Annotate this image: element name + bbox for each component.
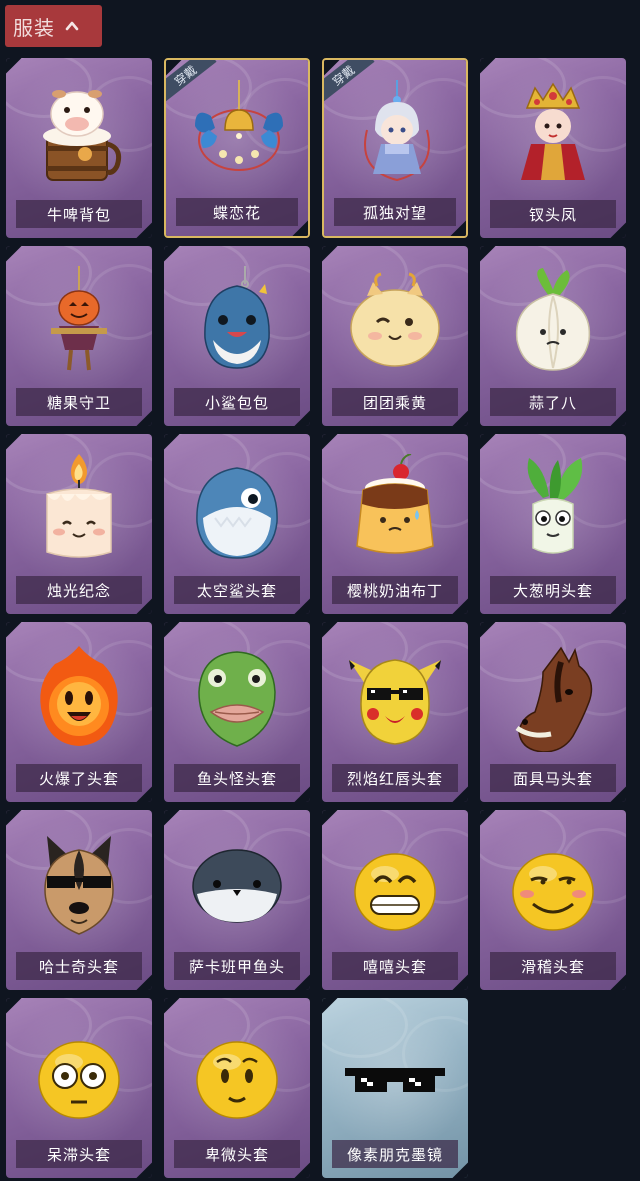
cherry-pudding-icon — [345, 453, 445, 564]
item-name: 滑稽头套 — [490, 952, 616, 980]
scallion-head-icon — [503, 454, 603, 564]
item-card[interactable]: 团团乘黄 — [322, 246, 468, 426]
item-name: 小鲨包包 — [174, 388, 300, 416]
item-card[interactable]: 樱桃奶油布丁 — [322, 434, 468, 614]
item-card[interactable]: 小鲨包包 — [164, 246, 310, 426]
item-card[interactable]: 孤独对望 穿戴 — [322, 58, 468, 238]
butterfly-bell-ornament-icon — [189, 80, 289, 190]
item-name: 孤独对望 — [334, 198, 456, 226]
item-card[interactable]: 牛啤背包 — [6, 58, 152, 238]
item-name: 樱桃奶油布丁 — [332, 576, 458, 604]
fish-head-icon — [187, 642, 287, 752]
item-name: 萨卡班甲鱼头 — [174, 952, 300, 980]
item-card[interactable]: 卑微头套 — [164, 998, 310, 1178]
garlic-icon — [503, 266, 603, 376]
item-name: 蒜了八 — [490, 388, 616, 416]
item-card[interactable]: 像素朋克墨镜 — [322, 998, 468, 1178]
pumpkin-scarecrow-icon — [29, 266, 129, 376]
item-name: 呆滞头套 — [16, 1140, 142, 1168]
item-name: 鱼头怪头套 — [174, 764, 300, 792]
grin-emoji-head-icon — [345, 830, 445, 940]
item-card[interactable]: 蝶恋花 穿戴 — [164, 58, 310, 238]
item-card[interactable]: 呆滞头套 — [6, 998, 152, 1178]
item-name: 牛啤背包 — [16, 200, 142, 228]
item-card[interactable]: 太空鲨头套 — [164, 434, 310, 614]
item-card[interactable]: 糖果守卫 — [6, 246, 152, 426]
item-name: 哈士奇头套 — [16, 952, 142, 980]
item-card[interactable]: 烛光纪念 — [6, 434, 152, 614]
item-card[interactable]: 嘻嘻头套 — [322, 810, 468, 990]
item-card[interactable]: 烈焰红唇头套 — [322, 622, 468, 802]
item-card[interactable]: 萨卡班甲鱼头 — [164, 810, 310, 990]
item-card[interactable]: 鱼头怪头套 — [164, 622, 310, 802]
cow-beer-barrel-icon — [29, 78, 129, 188]
fire-head-icon — [29, 642, 129, 752]
item-name: 嘻嘻头套 — [332, 952, 458, 980]
item-name: 烈焰红唇头套 — [332, 764, 458, 792]
item-name: 面具马头套 — [490, 764, 616, 792]
item-card[interactable]: 钗头凤 — [480, 58, 626, 238]
humble-emoji-head-icon — [187, 1018, 287, 1128]
round-cat-icon — [345, 266, 445, 376]
item-name: 蝶恋花 — [176, 198, 298, 226]
space-shark-head-icon — [187, 454, 287, 564]
item-name: 团团乘黄 — [332, 388, 458, 416]
item-card[interactable]: 滑稽头套 — [480, 810, 626, 990]
item-name: 钗头凤 — [490, 200, 616, 228]
funny-emoji-head-icon — [503, 830, 603, 940]
item-name: 大葱明头套 — [490, 576, 616, 604]
item-name: 烛光纪念 — [16, 576, 142, 604]
item-name: 太空鲨头套 — [174, 576, 300, 604]
shark-pouch-icon — [187, 266, 287, 376]
item-name: 像素朋克墨镜 — [332, 1140, 458, 1168]
horse-head-icon — [503, 642, 603, 753]
phoenix-crown-doll-icon — [503, 78, 603, 188]
electric-mouse-head-icon — [345, 642, 445, 752]
item-card[interactable]: 火爆了头套 — [6, 622, 152, 802]
husky-head-icon — [29, 830, 129, 940]
item-card[interactable]: 大葱明头套 — [480, 434, 626, 614]
item-grid: 牛啤背包 蝶恋花 穿戴 孤独对望 穿戴 钗头凤 糖果守卫 小鲨包包 团团乘黄 蒜… — [0, 0, 640, 1181]
item-name: 火爆了头套 — [16, 764, 142, 792]
candle-icon — [29, 454, 129, 564]
item-card[interactable]: 蒜了八 — [480, 246, 626, 426]
blank-stare-emoji-head-icon — [29, 1018, 129, 1128]
item-name: 卑微头套 — [174, 1140, 300, 1168]
item-card[interactable]: 面具马头套 — [480, 622, 626, 802]
doll-pendant-icon — [347, 80, 447, 190]
item-card[interactable]: 哈士奇头套 — [6, 810, 152, 990]
item-name: 糖果守卫 — [16, 388, 142, 416]
pixel-sunglasses-icon — [345, 1018, 445, 1128]
sacabambaspis-head-icon — [187, 830, 287, 940]
